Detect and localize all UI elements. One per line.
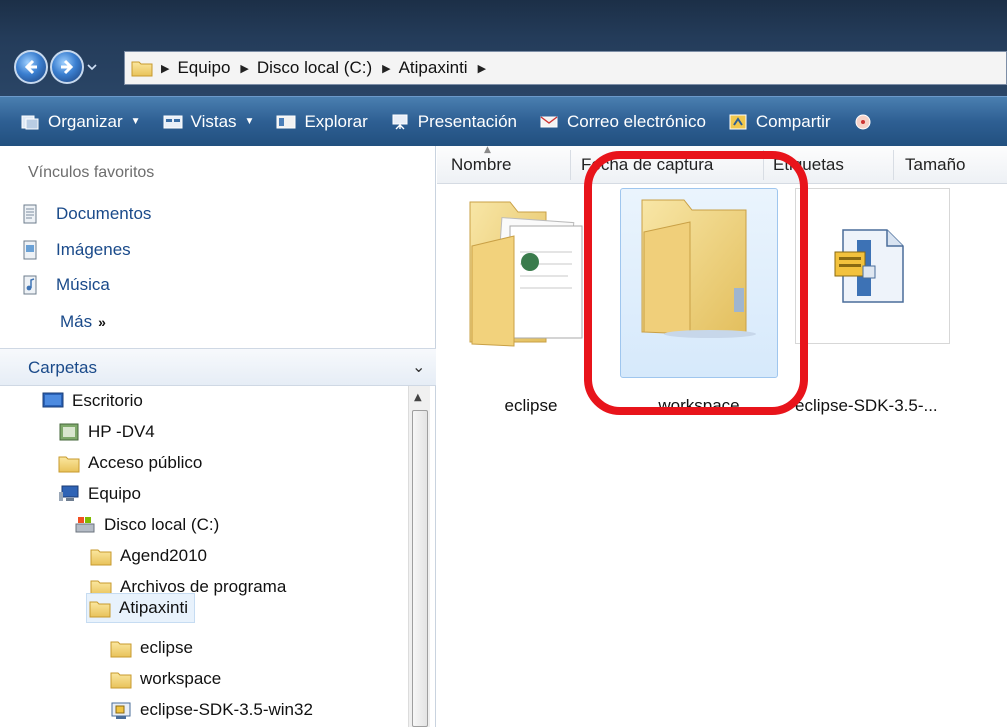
empty-folder-icon <box>641 199 756 338</box>
favorite-links-heading: Vínculos favoritos <box>28 164 155 181</box>
zip-archive-icon <box>834 229 904 303</box>
tree-item-hp-dv4[interactable]: HP -DV4 <box>58 422 155 442</box>
tree-item-eclipse-sdk[interactable]: eclipse-SDK-3.5-win32 <box>110 700 313 720</box>
breadcrumb-arrow-icon: ▶ <box>161 62 170 75</box>
breadcrumb-arrow-icon: ▶ <box>382 62 391 75</box>
more-links-button[interactable]: Más» <box>60 312 106 332</box>
column-divider[interactable] <box>893 150 894 180</box>
pictures-icon <box>23 240 37 260</box>
breadcrumb-arrow-icon: ▶ <box>240 62 249 75</box>
email-button[interactable]: Correo electrónico <box>539 112 706 132</box>
double-chevron-icon: » <box>98 314 106 330</box>
dropdown-arrow-icon: ▼ <box>130 116 141 127</box>
documents-icon <box>23 204 37 224</box>
folders-header[interactable]: Carpetas ⌄ <box>0 348 436 386</box>
file-list-pane: ▲ Nombre Fecha de captura Etiquetas Tama… <box>437 145 1007 727</box>
explore-icon <box>276 115 296 128</box>
recent-pages-dropdown[interactable] <box>86 57 98 77</box>
navigation-buttons <box>14 50 98 84</box>
column-divider[interactable] <box>570 150 571 180</box>
organize-icon <box>21 115 39 129</box>
file-item-eclipse[interactable]: eclipse <box>452 188 610 415</box>
desktop-icon <box>42 392 64 408</box>
tree-item-equipo[interactable]: Equipo <box>58 484 141 504</box>
breadcrumb-arrow-icon: ▶ <box>477 62 487 75</box>
views-icon <box>163 115 183 128</box>
share-button[interactable]: Compartir <box>728 112 831 132</box>
presentation-icon <box>392 114 408 129</box>
user-icon <box>59 423 79 441</box>
folder-icon <box>90 549 112 566</box>
tree-item-atipaxinti[interactable]: Atipaxinti <box>86 593 195 623</box>
column-header-tamano[interactable]: Tamaño <box>905 155 965 175</box>
address-bar[interactable]: ▶ Equipo ▶ Disco local (C:) ▶ Atipaxinti ▶ <box>124 51 1007 85</box>
file-item-eclipse-sdk[interactable]: eclipse-SDK-3.5-... <box>793 188 951 415</box>
dropdown-arrow-icon: ▼ <box>244 116 255 127</box>
email-icon <box>540 115 558 127</box>
sort-ascending-icon: ▲ <box>484 145 491 155</box>
scrollbar-thumb[interactable] <box>412 410 428 727</box>
tree-item-eclipse[interactable]: eclipse <box>110 638 193 658</box>
drive-icon <box>75 517 95 533</box>
breadcrumb-disco-local[interactable]: ▶ Disco local (C:) <box>240 58 372 78</box>
explorer-window: ▶ Equipo ▶ Disco local (C:) ▶ Atipaxinti ▶ … <box>0 0 1007 727</box>
music-icon <box>23 275 37 295</box>
tree-item-escritorio[interactable]: Escritorio <box>42 391 143 411</box>
tree-item-agend2010[interactable]: Agend2010 <box>90 546 207 566</box>
folder-with-documents-icon <box>469 201 583 347</box>
share-icon <box>729 114 747 129</box>
breadcrumb-atipaxinti[interactable]: ▶ Atipaxinti <box>382 58 467 78</box>
chevron-down-icon <box>87 64 97 71</box>
folder-tree-scrollbar[interactable]: ▲ <box>408 386 430 727</box>
command-toolbar: Organizar ▼ Vistas ▼ Explorar Presentación… <box>0 96 1007 146</box>
folder-icon <box>110 641 132 658</box>
title-bar: ▶ Equipo ▶ Disco local (C:) ▶ Atipaxinti ▶ <box>0 0 1007 96</box>
burn-button[interactable] <box>853 114 881 130</box>
tree-item-acceso-publico[interactable]: Acceso público <box>58 453 202 473</box>
favorite-link-musica[interactable]: Música <box>22 275 110 295</box>
views-button[interactable]: Vistas ▼ <box>163 112 255 132</box>
folder-icon <box>58 456 80 473</box>
tree-item-workspace[interactable]: workspace <box>110 669 221 689</box>
scroll-up-arrow-icon[interactable]: ▲ <box>414 392 422 403</box>
favorite-link-imagenes[interactable]: Imágenes <box>22 240 131 260</box>
burn-disc-icon <box>855 114 871 129</box>
zip-icon <box>111 702 131 719</box>
breadcrumb-equipo[interactable]: ▶ Equipo <box>161 58 230 78</box>
tree-item-disco-local[interactable]: Disco local (C:) <box>74 515 219 535</box>
organize-button[interactable]: Organizar ▼ <box>20 112 141 132</box>
column-header-nombre[interactable]: Nombre <box>451 155 511 175</box>
back-arrow-icon <box>24 59 37 75</box>
computer-icon <box>59 485 79 501</box>
column-divider[interactable] <box>763 150 764 180</box>
folder-tree: Escritorio HP -DV4 Acceso público Equipo… <box>0 386 408 727</box>
back-button[interactable] <box>14 50 48 84</box>
presentation-button[interactable]: Presentación <box>390 112 517 132</box>
favorite-link-documentos[interactable]: Documentos <box>22 204 151 224</box>
forward-arrow-icon <box>61 59 74 75</box>
column-headers: ▲ Nombre Fecha de captura Etiquetas Tama… <box>437 145 1007 184</box>
explore-button[interactable]: Explorar <box>276 112 368 132</box>
folder-icon <box>131 61 153 77</box>
chevron-down-icon: ⌄ <box>412 357 426 376</box>
column-header-fecha[interactable]: Fecha de captura <box>581 155 713 175</box>
breadcrumb-expand[interactable]: ▶ <box>478 62 494 75</box>
forward-button[interactable] <box>50 50 84 84</box>
navigation-pane: Vínculos favoritos Documentos Imágenes M… <box>0 146 436 727</box>
file-item-workspace[interactable]: workspace <box>620 188 778 415</box>
folder-icon <box>110 672 132 689</box>
folder-icon <box>89 601 111 618</box>
column-header-etiquetas[interactable]: Etiquetas <box>773 155 844 175</box>
